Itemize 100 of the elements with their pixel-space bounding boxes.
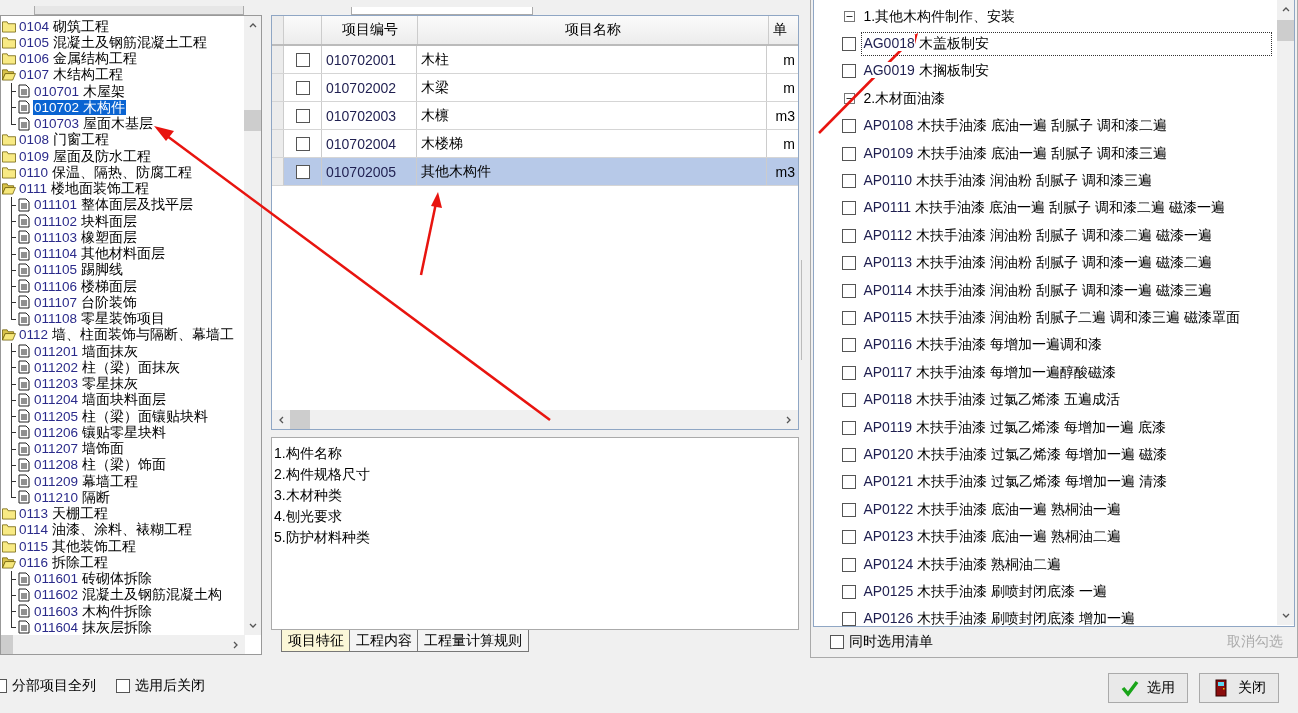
table-row[interactable]: 010702001 木柱 m: [272, 46, 798, 74]
list-item[interactable]: AP0119 木扶手油漆 过氯乙烯漆 每增加一遍 底漆: [861, 415, 1168, 440]
tree-item[interactable]: 0105 混凝土及钢筋混凝土工程: [18, 34, 208, 50]
checkbox[interactable]: [842, 475, 857, 490]
list-item[interactable]: AP0117 木扶手油漆 每增加一遍醇酸磁漆: [861, 360, 1118, 385]
checkbox[interactable]: [116, 679, 130, 693]
tree-item[interactable]: 011203 零星抹灰: [33, 376, 139, 392]
tree-item[interactable]: 0114 油漆、涂料、裱糊工程: [18, 522, 193, 538]
tree-item[interactable]: 0108 门窗工程: [18, 132, 110, 148]
column-header[interactable]: 项目编号: [322, 16, 418, 44]
input-field[interactable]: [351, 7, 533, 15]
checkbox[interactable]: [295, 108, 310, 123]
checkbox[interactable]: [842, 283, 857, 298]
tree-item[interactable]: 011104 其他材料面层: [33, 246, 166, 262]
tree-item[interactable]: 011207 墙饰面: [33, 441, 125, 457]
table-row[interactable]: 010702005 其他木构件 m3: [272, 158, 798, 186]
tree-item[interactable]: 0115 其他装饰工程: [18, 538, 137, 554]
list-item[interactable]: AP0118 木扶手油漆 过氯乙烯漆 五遍成活: [861, 388, 1122, 413]
tree-item[interactable]: 0113 天棚工程: [18, 506, 109, 522]
checkbox[interactable]: [830, 635, 845, 649]
tree-item[interactable]: 011106 楼梯面层: [33, 278, 138, 294]
column-header[interactable]: 项目名称: [418, 16, 769, 44]
checkbox[interactable]: [842, 228, 857, 243]
tree-item[interactable]: 010701 木屋架: [33, 83, 126, 99]
select-button[interactable]: 选用: [1108, 673, 1188, 703]
tree-item[interactable]: 0110 保温、隔热、防腐工程: [18, 164, 193, 180]
checkbox[interactable]: [842, 557, 857, 572]
list-item[interactable]: AP0121 木扶手油漆 过氯乙烯漆 每增加一遍 清漆: [861, 470, 1169, 495]
list-item[interactable]: AP0115 木扶手油漆 润油粉 刮腻子二遍 调和漆三遍 磁漆罩面: [861, 306, 1242, 330]
list-item[interactable]: AP0126 木扶手油漆 刷喷封闭底漆 增加一遍: [861, 607, 1137, 632]
scrollbar[interactable]: [272, 410, 798, 429]
checkbox[interactable]: [295, 164, 310, 179]
list-item[interactable]: AP0122 木扶手油漆 底油一遍 熟桐油一遍: [861, 497, 1123, 522]
tree-item[interactable]: 011204 墙面块料面层: [33, 392, 167, 408]
tree-item[interactable]: 0109 屋面及防水工程: [18, 148, 152, 164]
tree-item[interactable]: 011102 块料面层: [33, 213, 138, 229]
tree-item[interactable]: 011107 台阶装饰: [33, 294, 138, 310]
list-item[interactable]: AP0114 木扶手油漆 润油粉 刮腻子 调和漆一遍 磁漆三遍: [861, 278, 1214, 303]
tree-item[interactable]: 0116 拆除工程: [18, 554, 109, 570]
list-item[interactable]: AP0116 木扶手油漆 每增加一遍调和漆: [861, 333, 1104, 358]
checkbox[interactable]: [842, 64, 857, 79]
table-row[interactable]: 010702003 木檩 m3: [272, 102, 798, 130]
list-item[interactable]: AP0124 木扶手油漆 熟桐油二遍: [861, 552, 1063, 577]
list-item[interactable]: AP0109 木扶手油漆 底油一遍 刮腻子 调和漆三遍: [861, 141, 1169, 166]
close-button[interactable]: 关闭: [1199, 673, 1279, 703]
tab[interactable]: 项目特征: [281, 630, 351, 652]
tab[interactable]: 工程量计算规则: [417, 630, 529, 652]
tree-item[interactable]: 011202 柱（梁）面抹灰: [33, 359, 181, 375]
list-item[interactable]: AG0018 木盖板制安: [861, 32, 1273, 57]
checkbox[interactable]: [842, 174, 857, 189]
scroll-thumb[interactable]: [290, 410, 310, 429]
checkbox[interactable]: [842, 119, 857, 134]
checkbox[interactable]: [842, 37, 857, 52]
tree-item[interactable]: 010702 木构件: [33, 99, 126, 115]
tree-item[interactable]: 011201 墙面抹灰: [33, 343, 139, 359]
tree-item[interactable]: 011103 橡塑面层: [33, 229, 138, 245]
tree-item[interactable]: 011101 整体面层及找平层: [33, 197, 194, 213]
checkbox[interactable]: [842, 201, 857, 216]
tree-item[interactable]: 011105 踢脚线: [33, 262, 124, 278]
scrollbar[interactable]: [1277, 0, 1294, 625]
scrollbar[interactable]: [1, 635, 245, 654]
tree-item[interactable]: 011205 柱（梁）面镶贴块料: [33, 408, 209, 424]
list-item[interactable]: AG0019 木搁板制安: [861, 59, 991, 84]
collapse-icon[interactable]: [844, 11, 856, 23]
tree-item[interactable]: 0104 砌筑工程: [18, 18, 110, 34]
checkbox[interactable]: [842, 530, 857, 545]
tree-item[interactable]: 0107 木结构工程: [18, 67, 124, 83]
list-item[interactable]: AP0112 木扶手油漆 润油粉 刮腻子 调和漆二遍 磁漆一遍: [861, 223, 1214, 248]
list-item[interactable]: AP0108 木扶手油漆 底油一遍 刮腻子 调和漆二遍: [861, 114, 1169, 139]
tree-item[interactable]: 010703 屋面木基层: [33, 116, 154, 132]
scroll-thumb[interactable]: [1, 635, 13, 654]
tree-item[interactable]: 0106 金属结构工程: [18, 51, 138, 67]
input-field[interactable]: [34, 6, 244, 15]
checkbox[interactable]: [842, 502, 857, 517]
checkbox[interactable]: [842, 256, 857, 271]
checkbox[interactable]: [842, 146, 857, 161]
tree-item[interactable]: 011209 幕墙工程: [33, 473, 139, 489]
checkbox[interactable]: [842, 612, 857, 627]
tree-item[interactable]: 011206 镶贴零星块料: [33, 424, 167, 440]
tree-item[interactable]: 011601 砖砌体拆除: [33, 571, 153, 587]
checkbox[interactable]: [842, 338, 857, 353]
list-item[interactable]: AP0113 木扶手油漆 润油粉 刮腻子 调和漆一遍 磁漆二遍: [861, 251, 1214, 276]
list-item[interactable]: AP0111 木扶手油漆 底油一遍 刮腻子 调和漆二遍 磁漆一遍: [861, 196, 1227, 221]
tab[interactable]: 工程内容: [349, 630, 419, 652]
column-header[interactable]: 单: [769, 16, 798, 44]
list-item[interactable]: AP0125 木扶手油漆 刷喷封闭底漆 一遍: [861, 579, 1109, 604]
tree-item[interactable]: 011603 木构件拆除: [33, 603, 153, 619]
group-header[interactable]: 1.其他木构件制作、安装: [863, 7, 1016, 26]
scrollbar[interactable]: [244, 16, 261, 635]
checkbox[interactable]: [295, 52, 310, 67]
list-item[interactable]: AP0120 木扶手油漆 过氯乙烯漆 每增加一遍 磁漆: [861, 442, 1169, 467]
checkbox[interactable]: [842, 584, 857, 599]
tree-item[interactable]: 011108 零星装饰项目: [33, 311, 166, 327]
list-item[interactable]: AP0110 木扶手油漆 润油粉 刮腻子 调和漆三遍: [861, 169, 1154, 194]
checkbox[interactable]: [842, 365, 857, 380]
tree-item[interactable]: 0112 墙、柱面装饰与隔断、幕墙工: [18, 327, 235, 343]
tree-item[interactable]: 011210 隔断: [33, 489, 111, 505]
checkbox[interactable]: [295, 80, 310, 95]
tree-item[interactable]: 011208 柱（梁）饰面: [33, 457, 167, 473]
checkbox[interactable]: [842, 393, 857, 408]
